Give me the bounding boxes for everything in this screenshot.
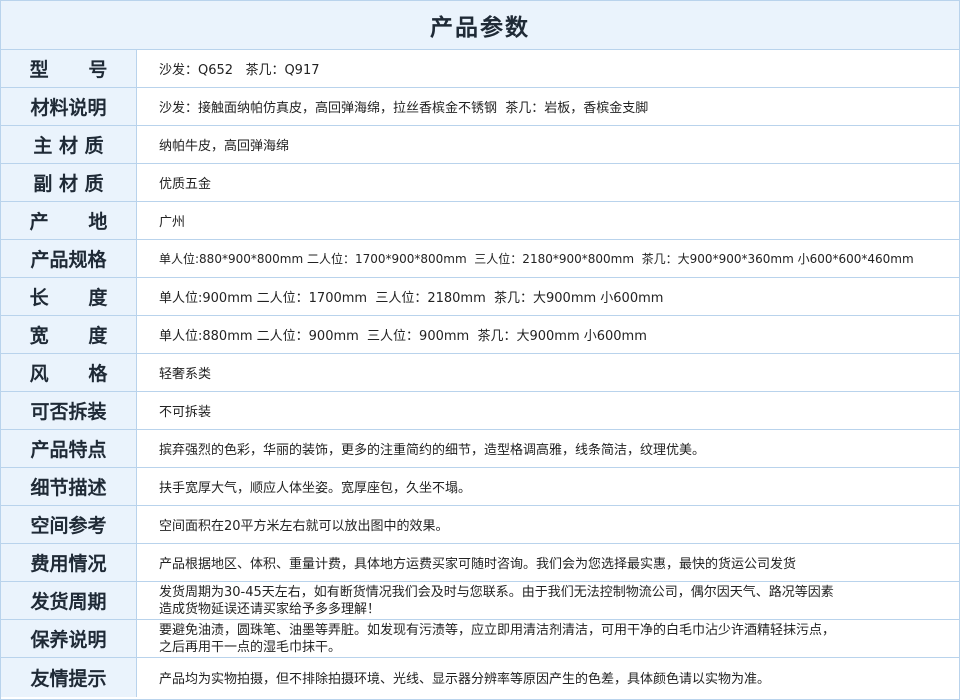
row-label: 产品规格 <box>1 240 137 277</box>
row-value: 扶手宽厚大气，顺应人体坐姿。宽厚座包，久坐不塌。 <box>159 481 472 496</box>
table-row: 可否拆装 不可拆装 <box>1 392 959 430</box>
table-row: 产品特点 摈弃强烈的色彩，华丽的装饰，更多的注重简约的细节，造型格调高雅，线条简… <box>1 430 959 468</box>
table-row: 宽 度 单人位:880mm 二人位：900mm 三人位：900mm 茶几：大90… <box>1 316 959 354</box>
row-value: 轻奢系类 <box>159 367 212 382</box>
table-row: 长 度 单人位:900mm 二人位：1700mm 三人位：2180mm 茶几：大… <box>1 278 959 316</box>
table-row: 友情提示 产品均为实物拍摄，但不排除拍摄环境、光线、显示器分辨率等原因产生的色差… <box>1 658 959 697</box>
row-label: 主 材 质 <box>1 126 137 163</box>
row-label: 宽 度 <box>1 316 137 353</box>
row-value: 广州 <box>159 215 186 230</box>
row-value: 单人位:880mm 二人位：900mm 三人位：900mm 茶几：大900mm … <box>159 329 647 344</box>
table-row: 空间参考 空间面积在20平方米左右就可以放出图中的效果。 <box>1 506 959 544</box>
table-row: 型 号 沙发：Q652 茶几：Q917 <box>1 50 959 88</box>
row-value: 纳帕牛皮，高回弹海绵 <box>159 139 290 154</box>
table-row: 副 材 质 优质五金 <box>1 164 959 202</box>
table-row: 主 材 质 纳帕牛皮，高回弹海绵 <box>1 126 959 164</box>
row-label: 保养说明 <box>1 620 137 657</box>
row-value: 产品均为实物拍摄，但不排除拍摄环境、光线、显示器分辨率等原因产生的色差，具体颜色… <box>159 672 771 687</box>
row-label: 费用情况 <box>1 544 137 581</box>
row-value: 摈弃强烈的色彩，华丽的装饰，更多的注重简约的细节，造型格调高雅，线条简洁，纹理优… <box>159 443 706 458</box>
row-label: 空间参考 <box>1 506 137 543</box>
table-row: 费用情况 产品根据地区、体积、重量计费，具体地方运费买家可随时咨询。我们会为您选… <box>1 544 959 582</box>
row-value: 单人位:880*900*800mm 二人位：1700*900*800mm 三人位… <box>159 252 914 266</box>
product-parameters-sheet: 产品参数 型 号 沙发：Q652 茶几：Q917 材料说明 沙发：接触面纳帕仿真… <box>0 0 960 700</box>
row-label: 友情提示 <box>1 658 137 697</box>
table-row: 发货周期 发货周期为30-45天左右，如有断货情况我们会及时与您联系。由于我们无… <box>1 582 959 620</box>
row-label: 细节描述 <box>1 468 137 505</box>
row-label: 发货周期 <box>1 582 137 619</box>
table-row: 产品规格 单人位:880*900*800mm 二人位：1700*900*800m… <box>1 240 959 278</box>
row-value: 优质五金 <box>159 177 212 192</box>
row-label: 材料说明 <box>1 88 137 125</box>
row-value: 要避免油渍，圆珠笔、油墨等弄脏。如发现有污渍等，应立即用清洁剂清洁，可用干净的白… <box>159 622 836 655</box>
row-value: 产品根据地区、体积、重量计费，具体地方运费买家可随时咨询。我们会为您选择最实惠，… <box>159 557 797 572</box>
row-value: 单人位:900mm 二人位：1700mm 三人位：2180mm 茶几：大900m… <box>159 291 664 306</box>
row-label: 副 材 质 <box>1 164 137 201</box>
table-row: 风 格 轻奢系类 <box>1 354 959 392</box>
row-value: 沙发：接触面纳帕仿真皮，高回弹海绵，拉丝香槟金不锈钢 茶几：岩板，香槟金支脚 <box>159 101 649 116</box>
row-value: 发货周期为30-45天左右，如有断货情况我们会及时与您联系。由于我们无法控制物流… <box>159 584 834 617</box>
table-row: 细节描述 扶手宽厚大气，顺应人体坐姿。宽厚座包，久坐不塌。 <box>1 468 959 506</box>
row-label: 可否拆装 <box>1 392 137 429</box>
parameters-table: 型 号 沙发：Q652 茶几：Q917 材料说明 沙发：接触面纳帕仿真皮，高回弹… <box>1 50 959 697</box>
row-value: 空间面积在20平方米左右就可以放出图中的效果。 <box>159 519 449 534</box>
page-title: 产品参数 <box>1 1 959 50</box>
table-row: 材料说明 沙发：接触面纳帕仿真皮，高回弹海绵，拉丝香槟金不锈钢 茶几：岩板，香槟… <box>1 88 959 126</box>
table-row: 产 地 广州 <box>1 202 959 240</box>
row-value: 沙发：Q652 茶几：Q917 <box>159 63 320 78</box>
row-label: 长 度 <box>1 278 137 315</box>
row-value: 不可拆装 <box>159 405 212 420</box>
row-label: 型 号 <box>1 50 137 87</box>
row-label: 产 地 <box>1 202 137 239</box>
row-label: 风 格 <box>1 354 137 391</box>
row-label: 产品特点 <box>1 430 137 467</box>
table-row: 保养说明 要避免油渍，圆珠笔、油墨等弄脏。如发现有污渍等，应立即用清洁剂清洁，可… <box>1 620 959 658</box>
